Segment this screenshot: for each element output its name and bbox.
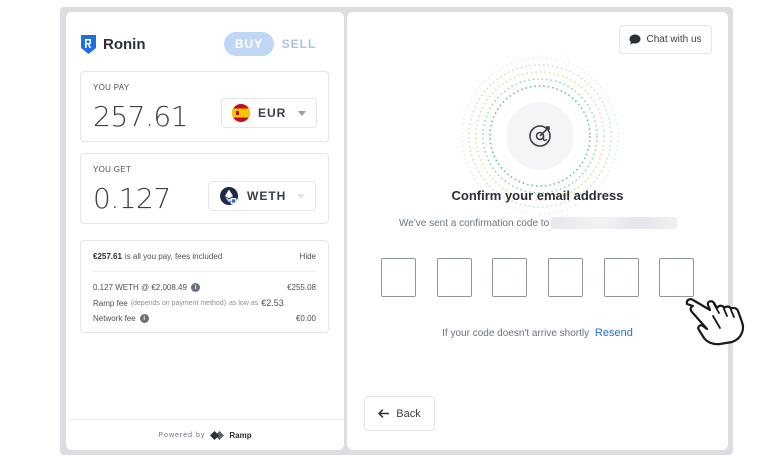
chevron-down-icon xyxy=(298,110,306,116)
brand-name: Ronin xyxy=(103,35,146,53)
network-fee-value: €0.00 xyxy=(295,314,316,323)
back-button[interactable]: Back xyxy=(364,396,435,431)
get-amount-value: 0.127 xyxy=(93,182,171,215)
code-digit-input-2[interactable] xyxy=(437,258,472,297)
fee-breakdown: €257.61 is all you pay, fees included Hi… xyxy=(80,240,329,333)
fee-summary-row: €257.61 is all you pay, fees included Hi… xyxy=(93,252,316,261)
divider xyxy=(93,271,316,272)
info-icon[interactable]: i xyxy=(139,314,149,323)
fee-summary-amount: €257.61 xyxy=(93,252,122,261)
network-fee-label: Network fee xyxy=(93,314,136,323)
ramp-fee-prefix: as low as xyxy=(229,299,259,307)
powered-by-text: Powered by xyxy=(158,431,206,439)
pay-amount-box: YOU PAY 257.61 EUR xyxy=(80,71,329,142)
back-label: Back xyxy=(396,407,421,420)
buy-sell-toggle: BUY SELL xyxy=(224,32,328,56)
info-icon[interactable]: i xyxy=(190,283,200,292)
ramp-fee-note: (depends on payment method) xyxy=(130,299,227,307)
fee-summary-text: is all you pay, fees included xyxy=(124,252,223,261)
ramp-provider-name: Ramp xyxy=(229,430,252,440)
rate-value: €255.08 xyxy=(287,283,316,292)
ramp-fee-label: Ramp fee xyxy=(93,298,128,308)
code-sent-text: We've sent a confirmation code to xyxy=(399,217,550,229)
resend-line: If your code doesn't arrive shortly Rese… xyxy=(347,327,728,339)
powered-by-footer: Powered by Ramp xyxy=(66,419,344,450)
pay-amount-input[interactable]: 257.61 xyxy=(93,100,188,133)
chat-with-us-button[interactable]: Chat with us xyxy=(619,25,712,54)
code-digit-input-6[interactable] xyxy=(659,258,694,297)
pay-currency-select[interactable]: EUR xyxy=(221,98,317,128)
weth-icon xyxy=(220,187,238,205)
confirm-email-title: Confirm your email address xyxy=(451,188,624,203)
ramp-logo-icon xyxy=(210,430,225,440)
rate-row: 0.127 WETH @ €2,008.49 i €255.08 xyxy=(93,283,316,292)
get-currency-select[interactable]: WETH xyxy=(208,181,316,211)
resend-prompt: If your code doesn't arrive shortly xyxy=(442,328,590,339)
get-currency-code: WETH xyxy=(247,189,287,203)
chat-bubble-icon xyxy=(629,34,641,45)
ronin-shield-icon xyxy=(81,34,96,54)
brand: Ronin xyxy=(80,32,146,56)
code-digit-input-4[interactable] xyxy=(548,258,583,297)
get-amount-box: YOU GET 0.127 WETH xyxy=(80,153,329,224)
spain-flag-icon xyxy=(232,104,250,122)
resend-link[interactable]: Resend xyxy=(595,327,633,339)
pay-currency-code: EUR xyxy=(258,106,287,120)
code-digit-input-5[interactable] xyxy=(604,258,639,297)
chevron-down-icon xyxy=(297,193,305,199)
arrow-left-icon xyxy=(378,409,390,418)
ramp-fee-value: €2.53 xyxy=(261,298,284,308)
redacted-email xyxy=(551,217,678,229)
code-digit-input-3[interactable] xyxy=(492,258,527,297)
get-label: YOU GET xyxy=(93,165,132,174)
network-fee-row: Network fee i €0.00 xyxy=(93,314,316,323)
rate-label: 0.127 WETH @ €2,008.49 xyxy=(93,283,187,292)
chat-label: Chat with us xyxy=(646,34,702,45)
sell-tab[interactable]: SELL xyxy=(274,32,324,56)
code-digit-input-1[interactable] xyxy=(381,258,416,297)
pay-label: YOU PAY xyxy=(93,83,130,92)
code-sent-message: We've sent a confirmation code to xyxy=(399,216,678,230)
ramp-fee-row: Ramp fee (depends on payment method) as … xyxy=(93,298,316,308)
buy-tab[interactable]: BUY xyxy=(224,32,274,56)
hide-fees-link[interactable]: Hide xyxy=(300,252,316,261)
